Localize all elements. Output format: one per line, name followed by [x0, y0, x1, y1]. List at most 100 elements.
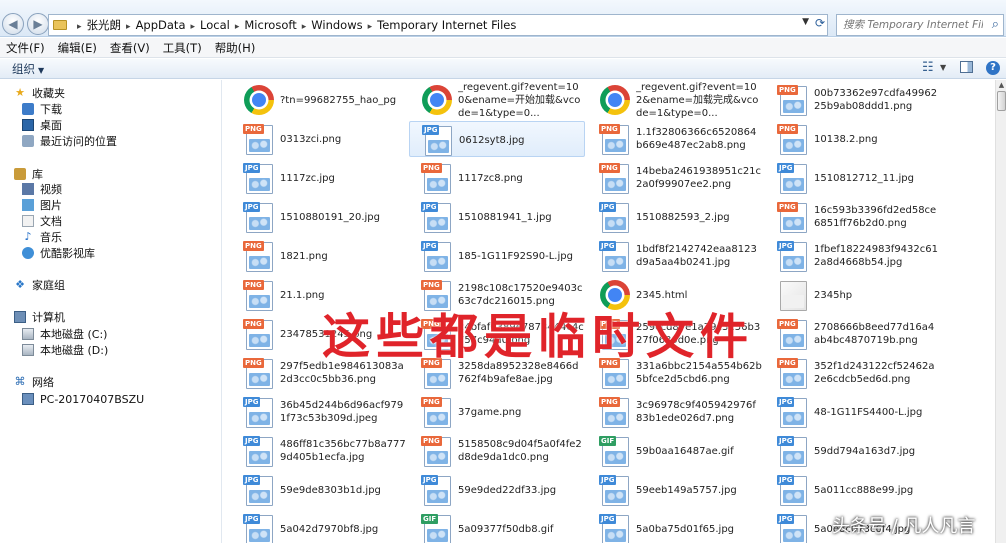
file-item[interactable]: PNG 00b73362e97cdfa4996225b9ab08ddd1.png [765, 82, 941, 118]
file-item[interactable]: PNG 1117zc8.png [409, 160, 585, 196]
view-options-icon[interactable]: ☷ [922, 60, 934, 75]
breadcrumb-separator-icon[interactable]: ▸ [77, 22, 82, 32]
file-item[interactable]: _regevent.gif?event=100&ename=开始加载&vcode… [409, 82, 585, 118]
address-dropdown-icon[interactable]: ▼ [802, 17, 809, 27]
preview-pane-icon[interactable] [960, 61, 973, 73]
file-item[interactable]: PNG 5158508c9d04f5a0f4fe2d8de9da1dc0.png [409, 433, 585, 469]
forward-button[interactable]: ▶ [27, 13, 49, 35]
file-type-badge: JPG [599, 514, 617, 524]
file-name: 0313zci.png [280, 133, 342, 145]
file-item[interactable]: ?tn=99682755_hao_pg [231, 82, 407, 118]
menu-help[interactable]: 帮助(H) [215, 40, 256, 56]
scroll-up-icon[interactable]: ▲ [997, 81, 1006, 90]
file-item[interactable]: JPG 59e9ded22df33.jpg [409, 472, 585, 508]
file-item[interactable]: GIF 59b0aa16487ae.gif [587, 433, 763, 469]
picture-library-icon [22, 199, 34, 211]
nav-item-documents[interactable]: 文档 [22, 213, 62, 229]
file-item[interactable]: JPG 48-1G11FS4400-L.jpg [765, 394, 941, 430]
breadcrumb-item[interactable]: 张光朗 [87, 18, 122, 32]
breadcrumb-separator-icon[interactable]: ▸ [302, 22, 307, 32]
back-button[interactable]: ◀ [2, 13, 24, 35]
menu-file[interactable]: 文件(F) [6, 40, 45, 56]
file-item[interactable]: PNG 37game.png [409, 394, 585, 430]
breadcrumb-item[interactable]: Local [200, 18, 230, 32]
nav-homegroup[interactable]: ❖ 家庭组 [14, 277, 65, 293]
file-type-badge: PNG [243, 358, 264, 368]
file-item[interactable]: JPG 185-1G11F92S90-L.jpg [409, 238, 585, 274]
scrollbar-thumb[interactable] [997, 91, 1006, 111]
file-item[interactable]: JPG 1fbef18224983f9432c612a8d4668b54.jpg [765, 238, 941, 274]
menu-bar: 文件(F) 编辑(E) 查看(V) 工具(T) 帮助(H) [0, 38, 1006, 58]
file-item[interactable]: JPG 5a0ba75d01f65.jpg [587, 511, 763, 543]
nav-item-drive-d[interactable]: 本地磁盘 (D:) [22, 342, 108, 358]
view-dropdown-icon[interactable]: ▼ [940, 63, 946, 72]
organize-button[interactable]: 组织 ▼ [12, 61, 44, 77]
menu-view[interactable]: 查看(V) [110, 40, 150, 56]
search-icon[interactable]: ⌕ [992, 17, 999, 32]
nav-favorites[interactable]: ★ 收藏夹 [14, 85, 65, 101]
nav-item-recent[interactable]: 最近访问的位置 [22, 133, 117, 149]
file-name: 1117zc8.png [458, 172, 523, 184]
breadcrumb-separator-icon[interactable]: ▸ [191, 22, 196, 32]
file-item[interactable]: JPG 5a011cc888e99.jpg [765, 472, 941, 508]
file-item[interactable]: JPG 1117zc.jpg [231, 160, 407, 196]
nav-item-pc[interactable]: PC-20170407BSZU [22, 391, 144, 407]
file-item[interactable]: JPG 36b45d244b6d96acf9791f73c53b309d.jpeg [231, 394, 407, 430]
file-item[interactable]: JPG 1510881941_1.jpg [409, 199, 585, 235]
nav-item-videos[interactable]: 视频 [22, 181, 62, 197]
nav-network[interactable]: ⌘ 网络 [14, 374, 55, 390]
file-type-badge: PNG [243, 124, 264, 134]
file-item[interactable]: GIF 5a09377f50db8.gif [409, 511, 585, 543]
file-item[interactable]: PNG 0313zci.png [231, 121, 407, 157]
nav-item-youku[interactable]: 优酷影视库 [22, 245, 95, 261]
breadcrumb-item[interactable]: Temporary Internet Files [377, 18, 516, 32]
file-item[interactable]: PNG 16c593b3396fd2ed58ce6851ff76b2d0.png [765, 199, 941, 235]
address-bar[interactable]: ▸ 张光朗 ▸ AppData ▸ Local ▸ Microsoft ▸ Windows ▸ Tem… [48, 14, 828, 36]
file-item[interactable]: PNG 352f1d243122cf52462a2e6cdcb5ed6d.png [765, 355, 941, 391]
file-item[interactable]: JPG 0612syt8.jpg [409, 121, 585, 157]
file-item[interactable]: PNG 1821.png [231, 238, 407, 274]
breadcrumb-item[interactable]: Windows [311, 18, 362, 32]
help-icon[interactable]: ? [986, 61, 1000, 75]
file-item[interactable]: JPG 5a042d7970bf8.jpg [231, 511, 407, 543]
chrome-logo-icon [600, 85, 630, 115]
menu-tools[interactable]: 工具(T) [163, 40, 202, 56]
file-item[interactable]: JPG 59dd794a163d7.jpg [765, 433, 941, 469]
file-item[interactable]: JPG 59eeb149a5757.jpg [587, 472, 763, 508]
jpg-file-icon: JPG [421, 474, 453, 506]
file-item[interactable]: JPG 486ff81c356bc77b8a7779d405b1ecfa.jpg [231, 433, 407, 469]
nav-item-pictures[interactable]: 图片 [22, 197, 62, 213]
file-item[interactable]: _regevent.gif?event=102&ename=加载完成&vcode… [587, 82, 763, 118]
file-item[interactable]: JPG 1510882593_2.jpg [587, 199, 763, 235]
file-item[interactable]: PNG 1.1f32806366c6520864b669e487ec2ab8.pn… [587, 121, 763, 157]
desktop-icon [22, 119, 34, 131]
file-item[interactable]: PNG 14beba2461938951c21c2a0f99907ee2.png [587, 160, 763, 196]
breadcrumb-separator-icon[interactable]: ▸ [126, 22, 131, 32]
nav-item-label: 本地磁盘 (D:) [40, 344, 109, 357]
breadcrumb-item[interactable]: Microsoft [244, 18, 296, 32]
breadcrumb-item[interactable]: AppData [136, 18, 186, 32]
file-item[interactable]: JPG 1510880191_20.jpg [231, 199, 407, 235]
vertical-scrollbar[interactable]: ▲ [995, 80, 1006, 543]
nav-item-drive-c[interactable]: 本地磁盘 (C:) [22, 326, 107, 342]
file-item[interactable]: PNG 2708666b8eed77d16a4ab4bc4870719b.png [765, 316, 941, 352]
file-item[interactable]: 2345hp [765, 277, 941, 313]
file-item[interactable]: PNG 3c96978c9f405942976f83b1ede026d7.png [587, 394, 763, 430]
nav-computer[interactable]: 计算机 [14, 309, 65, 325]
nav-item-desktop[interactable]: 桌面 [22, 117, 62, 133]
breadcrumb-separator-icon[interactable]: ▸ [235, 22, 240, 32]
nav-item-music[interactable]: ♪ 音乐 [22, 229, 62, 245]
refresh-icon[interactable]: ⟳ [815, 16, 825, 30]
menu-edit[interactable]: 编辑(E) [58, 40, 97, 56]
file-item[interactable]: JPG 1510812712_11.jpg [765, 160, 941, 196]
watermark: 头条号 / 凡人凡言 [832, 516, 976, 537]
search-input[interactable] [843, 19, 983, 31]
file-item[interactable]: JPG 1bdf8f2142742eaa8123d9a5aa4b0241.jpg [587, 238, 763, 274]
breadcrumb-separator-icon[interactable]: ▸ [368, 22, 373, 32]
file-item[interactable]: JPG 59e9de8303b1d.jpg [231, 472, 407, 508]
jpg-file-icon: JPG [243, 162, 275, 194]
nav-libraries[interactable]: 库 [14, 166, 43, 182]
nav-item-label: 文档 [40, 215, 62, 228]
file-item[interactable]: PNG 10138.2.png [765, 121, 941, 157]
nav-item-downloads[interactable]: 下载 [22, 101, 62, 117]
